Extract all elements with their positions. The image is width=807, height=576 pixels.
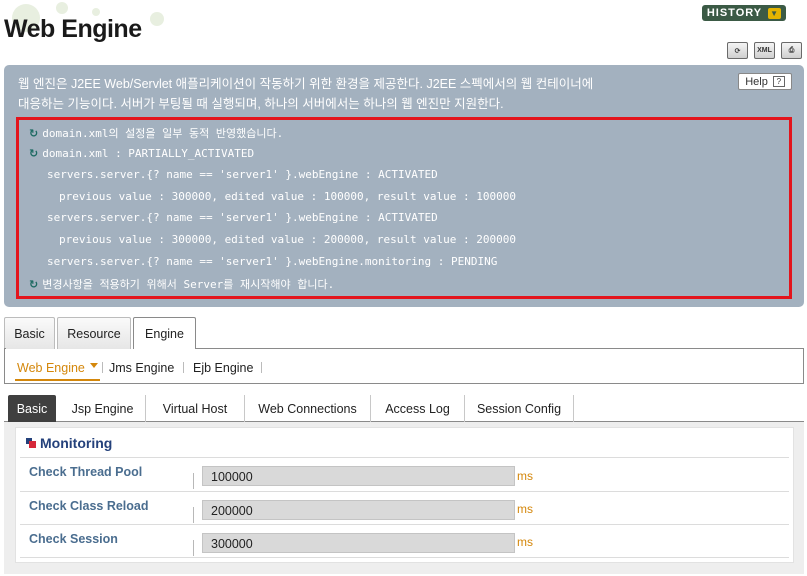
row-divider — [20, 457, 789, 458]
message-line: servers.server.{? name == 'server1' }.we… — [47, 168, 438, 181]
row-divider — [20, 524, 789, 525]
check-session-field[interactable]: 300000 — [202, 533, 515, 553]
subtab-basic[interactable]: Basic — [8, 395, 56, 422]
sub-tabs: Basic Jsp Engine Virtual Host Web Connec… — [4, 395, 804, 422]
field-separator — [193, 507, 194, 523]
help-label: Help — [745, 75, 768, 88]
nav-jms-engine[interactable]: Jms Engine — [109, 361, 174, 375]
check-thread-pool-field[interactable]: 100000 — [202, 466, 515, 486]
subtab-web-connections[interactable]: Web Connections — [245, 395, 371, 422]
subtab-jsp-engine[interactable]: Jsp Engine — [60, 395, 146, 422]
history-label: HISTORY — [706, 7, 763, 19]
nav-separator — [102, 362, 103, 373]
history-button[interactable]: HISTORY ▼ — [702, 5, 786, 21]
subtab-access-log[interactable]: Access Log — [371, 395, 465, 422]
main-tabs: Basic Resource Engine — [4, 317, 198, 350]
field-label: Check Class Reload — [29, 499, 149, 513]
subtab-virtual-host[interactable]: Virtual Host — [146, 395, 245, 422]
engine-nav: Web Engine Jms Engine Ejb Engine — [4, 349, 804, 384]
field-separator — [193, 540, 194, 556]
subtab-session-config[interactable]: Session Config — [465, 395, 574, 422]
result-messages: ↻ domain.xml의 설정을 일부 동적 반영했습니다. ↻ domain.x… — [16, 117, 792, 299]
xml-icon[interactable]: XML — [754, 42, 775, 59]
sync-icon: ↻ — [29, 147, 39, 160]
message-line: ↻ 변경사항을 적용하기 위해서 Server를 재시작해야 합니다. — [29, 278, 335, 291]
section-bullet-icon — [26, 438, 36, 448]
row-divider — [20, 491, 789, 492]
tab-resource[interactable]: Resource — [57, 317, 131, 349]
message-line: previous value : 300000, edited value : … — [59, 190, 516, 203]
nav-web-engine[interactable]: Web Engine — [17, 361, 85, 375]
page-title: Web Engine — [4, 15, 142, 43]
message-line: ↻ domain.xml의 설정을 일부 동적 반영했습니다. — [29, 127, 284, 140]
chevron-down-icon: ▼ — [768, 7, 782, 19]
refresh-icon[interactable]: ⟳ — [727, 42, 748, 59]
message-line: servers.server.{? name == 'server1' }.we… — [47, 255, 498, 268]
help-button[interactable]: Help ? — [738, 73, 792, 90]
unit-label: ms — [517, 535, 533, 549]
message-line: previous value : 300000, edited value : … — [59, 233, 516, 246]
help-icon: ? — [772, 76, 785, 87]
check-class-reload-field[interactable]: 200000 — [202, 500, 515, 520]
unit-label: ms — [517, 469, 533, 483]
tab-engine[interactable]: Engine — [133, 317, 196, 350]
field-label: Check Thread Pool — [29, 465, 143, 479]
row-divider — [20, 557, 789, 558]
toolbar: ⟳ XML ⎙ — [727, 42, 802, 59]
unit-label: ms — [517, 502, 533, 516]
message-line: servers.server.{? name == 'server1' }.we… — [47, 211, 438, 224]
print-icon[interactable]: ⎙ — [781, 42, 802, 59]
message-line: ↻ domain.xml : PARTIALLY_ACTIVATED — [29, 147, 255, 160]
section-title: Monitoring — [26, 435, 112, 451]
dropdown-arrow-icon[interactable] — [90, 363, 98, 368]
description: 웹 엔진은 J2EE Web/Servlet 애플리케이션이 작동하기 위한 환… — [18, 77, 594, 111]
nav-separator — [183, 362, 184, 373]
field-separator — [193, 473, 194, 489]
tab-basic[interactable]: Basic — [4, 317, 55, 349]
sync-icon: ↻ — [29, 127, 39, 140]
field-label: Check Session — [29, 532, 118, 546]
active-underline — [15, 379, 100, 381]
nav-ejb-engine[interactable]: Ejb Engine — [193, 361, 253, 375]
sync-icon: ↻ — [29, 278, 39, 291]
nav-separator — [261, 362, 262, 373]
